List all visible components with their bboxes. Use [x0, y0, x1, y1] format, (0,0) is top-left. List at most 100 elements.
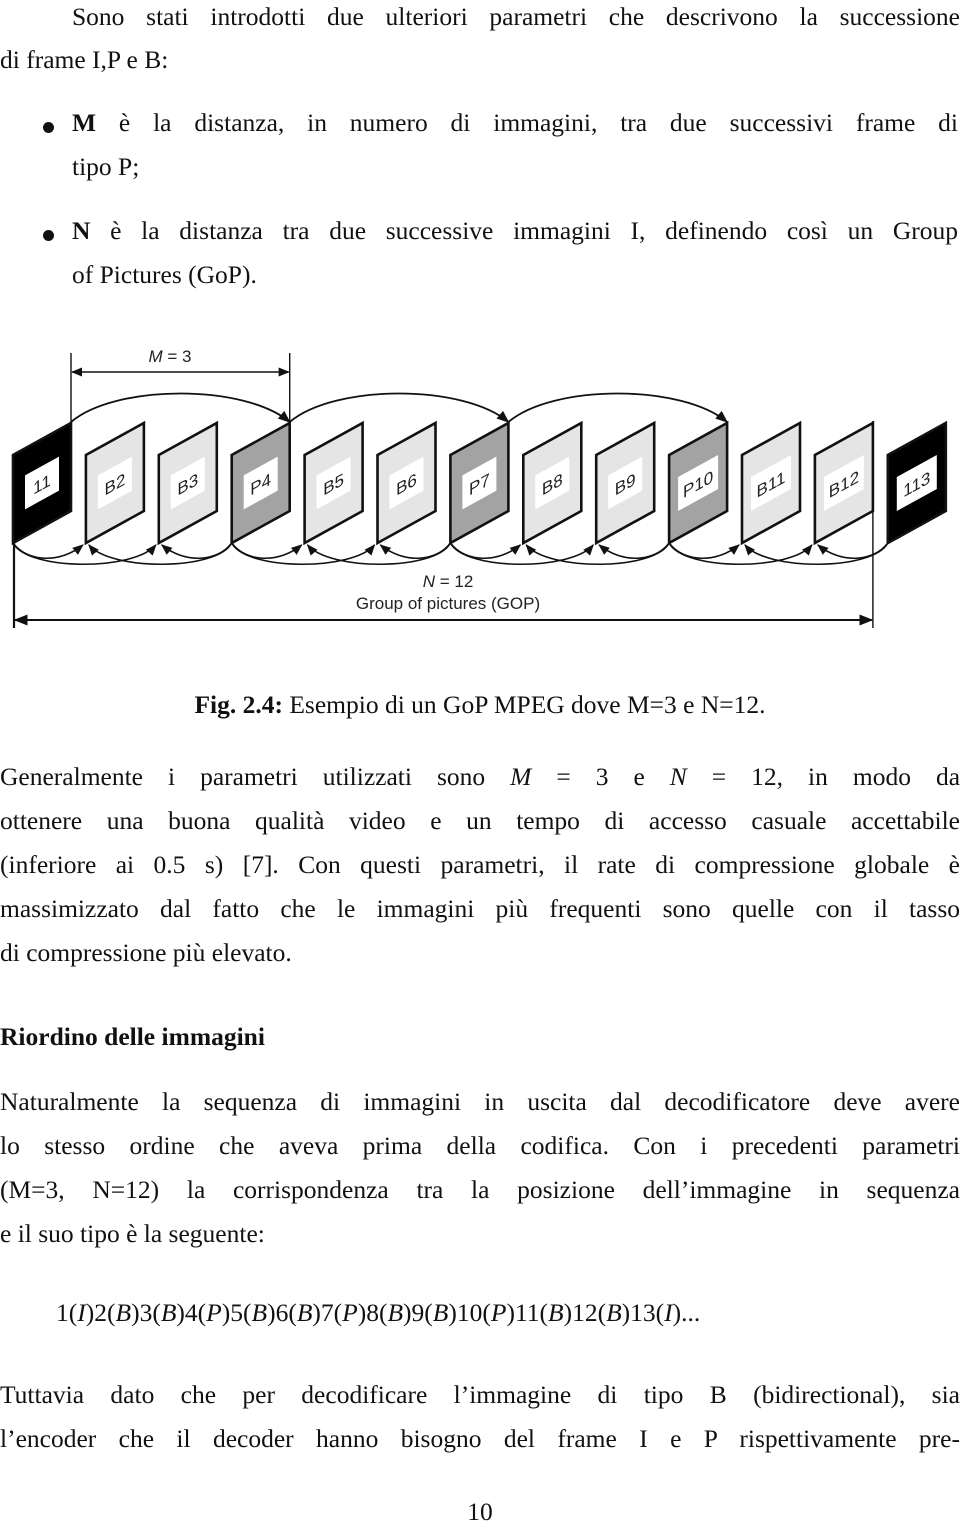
text-run: Generalmente i parametri utilizzati sono	[0, 762, 511, 791]
sequence-type: I	[664, 1298, 673, 1327]
paren: (	[597, 1298, 607, 1327]
paren: (	[424, 1298, 433, 1327]
para4-line-1: Tuttavia dato che per decodificare l’imm…	[0, 1380, 960, 1409]
para3-line-2: lo stesso ordine che aveva prima della c…	[0, 1131, 960, 1160]
paren: (	[107, 1298, 116, 1327]
bullet-n-text: è la distanza tra due successive immagin…	[90, 216, 958, 245]
paren: )	[85, 1298, 95, 1327]
frame-b8: B8	[521, 420, 583, 546]
gop-figure: 11 B2 B3 P4 B5 B6 P7 B8 B9 P10 B11 B12 113 M = 3 N =…	[11, 347, 948, 628]
paren: )	[563, 1298, 573, 1327]
past-reference-arc	[12, 542, 157, 566]
sequence-type: B	[387, 1298, 404, 1327]
paren: (	[152, 1298, 161, 1327]
future-reference-arc	[817, 542, 889, 560]
paren: )	[176, 1298, 185, 1327]
bullet-dot	[43, 122, 54, 133]
future-reference-arc	[598, 542, 670, 560]
frames: 11 B2 B3 P4 B5 B6 P7 B8 B9 P10 B11 B12 113	[11, 420, 948, 546]
sequence-position: 10	[456, 1298, 483, 1327]
m-label-var: M	[148, 347, 163, 366]
paren: )	[267, 1298, 276, 1327]
past-reference-arc	[230, 542, 376, 566]
sequence-position: 3	[139, 1298, 153, 1327]
paren: )	[672, 1298, 682, 1327]
sequence-position: 7	[320, 1298, 334, 1327]
frame-i13: 113	[886, 420, 948, 546]
sequence-type: B	[160, 1298, 177, 1327]
bullet-n-line-2: of Pictures (GoP).	[72, 260, 257, 289]
paren: (	[539, 1298, 549, 1327]
bullet-dot	[43, 230, 54, 241]
paren: (	[68, 1298, 78, 1327]
paren: (	[482, 1298, 491, 1327]
para3-line-1: Naturalmente la sequenza di immagini in …	[0, 1087, 960, 1116]
sequence-type: P	[206, 1298, 222, 1327]
frame-b12: B12	[813, 420, 875, 546]
paren: )	[221, 1298, 231, 1327]
section-heading: Riordino delle immagini	[0, 1022, 265, 1051]
math-var-n: N	[669, 762, 687, 791]
sequence-position: 9	[411, 1298, 425, 1327]
bidirectional-prediction-arcs	[12, 542, 889, 566]
frame-sequence-formula: 1(I)2(B)3(B)4(P)5(B)6(B)7(P)8(B)9(B)10(P…	[56, 1298, 906, 1328]
paren: )	[403, 1298, 412, 1327]
sequence-position: 11	[514, 1298, 540, 1327]
future-reference-arc	[379, 542, 452, 560]
sequence-position: 4	[184, 1298, 198, 1327]
bullet-m-term: M	[72, 108, 97, 137]
future-reference-arc	[525, 542, 670, 566]
paren: )	[312, 1298, 321, 1327]
future-reference-arc	[306, 542, 452, 566]
frame-p10: P10	[667, 420, 729, 546]
sequence-position: 2	[94, 1298, 107, 1327]
sequence-type: P	[490, 1298, 507, 1327]
caption-text: Esempio di un GoP MPEG dove M=3 e N=12.	[282, 690, 766, 719]
sequence-type: P	[342, 1298, 358, 1327]
gop-label: Group of pictures (GOP)	[356, 594, 540, 613]
paren: (	[288, 1298, 297, 1327]
text-run: = 3 e	[531, 762, 670, 791]
sequence-position: 6	[275, 1298, 289, 1327]
frame-p4: P4	[230, 420, 292, 546]
n-label: N = 12	[423, 572, 474, 591]
figure-caption: Fig. 2.4: Esempio di un GoP MPEG dove M=…	[0, 690, 960, 720]
frame-b2: B2	[84, 420, 146, 546]
bullet-n-line-1: N è la distanza tra due successive immag…	[72, 216, 958, 246]
para2-line-2: ottenere una buona qualità video e un te…	[0, 806, 960, 835]
sequence-type: B	[115, 1298, 132, 1327]
frame-i1: 11	[11, 420, 73, 546]
para2-line-3: (inferiore ai 0.5 s) [7]. Con questi par…	[0, 850, 960, 879]
past-reference-arc	[449, 542, 594, 566]
bullet-n-term: N	[72, 216, 91, 245]
para2-line-4: massimizzato dal fatto che le immagini p…	[0, 894, 960, 923]
future-reference-arc	[744, 542, 889, 566]
forward-arc-i1-to-p4	[70, 392, 291, 423]
sequence-type: B	[296, 1298, 313, 1327]
sequence-type: B	[432, 1298, 449, 1327]
paren: (	[655, 1298, 665, 1327]
frame-b5: B5	[303, 420, 364, 546]
caption-label: Fig. 2.4:	[194, 690, 283, 719]
paren: )	[131, 1298, 140, 1327]
para2-line-1: Generalmente i parametri utilizzati sono…	[0, 762, 960, 792]
bullet-m-line-2: tipo P;	[72, 152, 140, 181]
future-reference-arc	[160, 542, 233, 560]
para3-line-3: (M=3, N=12) la corrispondenza tra la pos…	[0, 1175, 960, 1204]
future-reference-arc	[88, 542, 233, 566]
text-run: = 12, in modo da	[686, 762, 960, 791]
m-label: M = 3	[148, 347, 191, 366]
paren: )	[357, 1298, 367, 1327]
sequence-type: B	[606, 1298, 622, 1327]
sequence-position: 8	[366, 1298, 379, 1327]
para2-line-5: di compressione più elevato.	[0, 938, 292, 967]
sequence-position: 1	[56, 1298, 69, 1327]
intro-line-2: di frame I,P e B:	[0, 45, 169, 74]
n-label-var: N	[423, 572, 436, 591]
intro-line-1: Sono stati introdotti due ulteriori para…	[72, 2, 960, 31]
math-var-m: M	[510, 762, 532, 791]
frame-b11: B11	[740, 420, 802, 546]
sequence-type: B	[548, 1298, 564, 1327]
past-reference-arc	[12, 542, 84, 560]
forward-prediction-arcs	[70, 392, 729, 423]
